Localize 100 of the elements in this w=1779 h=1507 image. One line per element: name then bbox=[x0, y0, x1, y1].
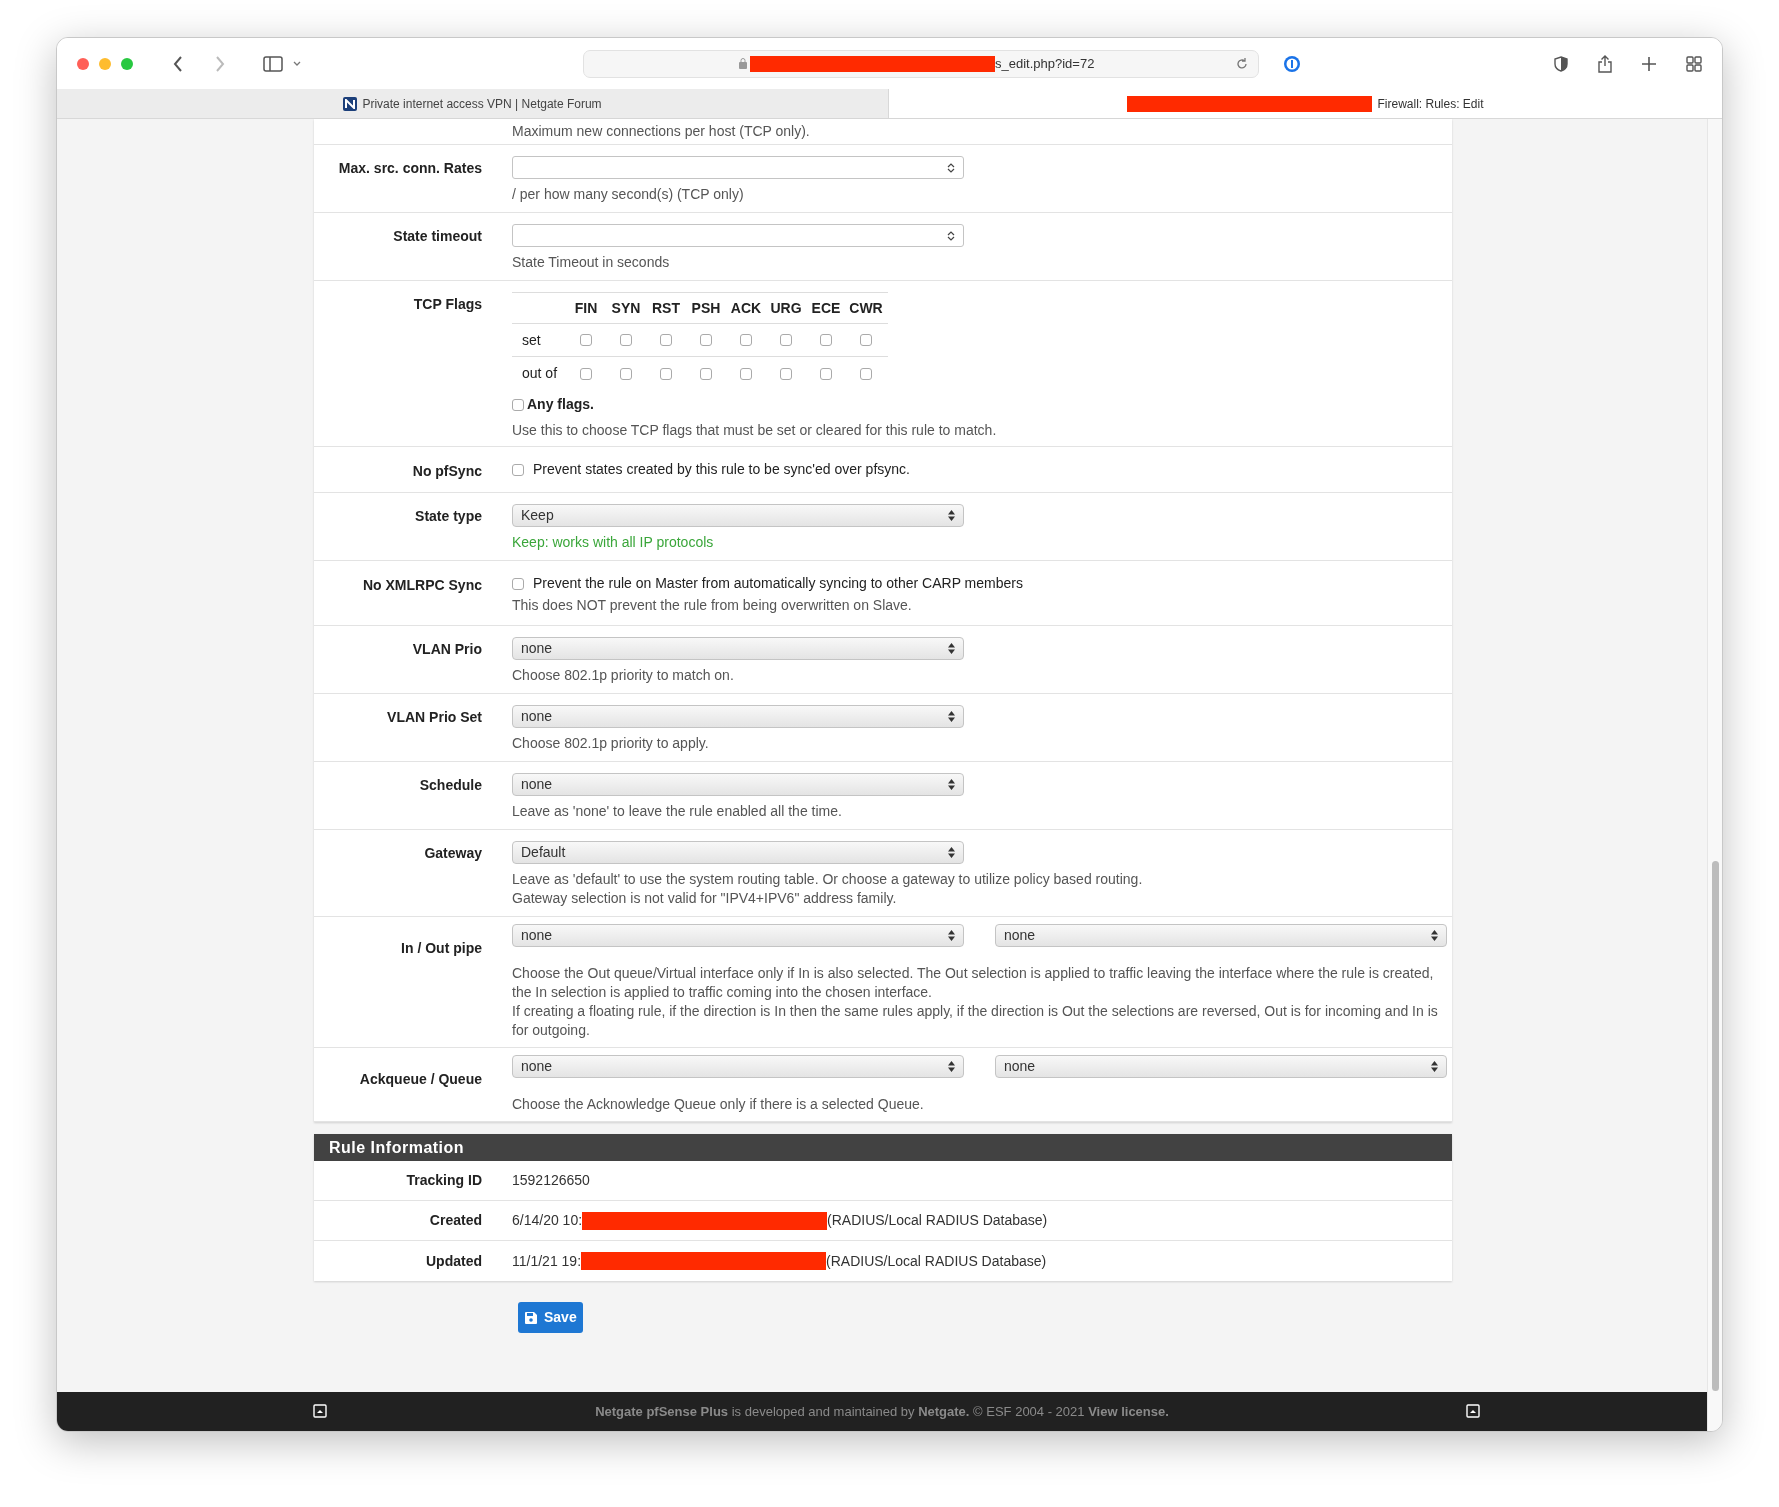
field-label: Gateway bbox=[424, 845, 482, 861]
field-label: State type bbox=[415, 508, 482, 524]
lock-icon bbox=[739, 58, 747, 69]
column-header: CWR bbox=[849, 299, 883, 316]
field-label: Max. src. conn. Rates bbox=[338, 160, 482, 176]
browser-tab[interactable]: Private internet access VPN | Netgate Forum bbox=[57, 89, 889, 118]
back-icon[interactable] bbox=[173, 55, 183, 72]
select-arrows-icon bbox=[948, 643, 955, 654]
footer-text: Netgate pfSense Plus is developed and maintained by Netgate. © ESF 2004 - 2021 View license. bbox=[595, 1402, 1169, 1421]
shield-icon[interactable] bbox=[1554, 55, 1568, 72]
field-label: Ackqueue / Queue bbox=[359, 1071, 482, 1087]
checkbox[interactable] bbox=[580, 334, 592, 346]
field-label: VLAN Prio bbox=[412, 641, 482, 657]
checkbox[interactable] bbox=[512, 463, 524, 476]
field-label: No pfSync bbox=[412, 463, 482, 479]
save-button[interactable]: Save bbox=[518, 1302, 583, 1333]
select-field[interactable]: none bbox=[512, 705, 964, 728]
field-label: TCP Flags bbox=[413, 296, 482, 312]
select-field[interactable]: none bbox=[512, 1055, 964, 1078]
help-text: This does NOT prevent the rule from being overwritten on Slave. bbox=[512, 596, 913, 615]
select-arrows-icon bbox=[948, 779, 955, 790]
help-text: Choose the Out queue/Virtual interface only if In is also selected. The Out selection is applied to traffic leaving the interface where the rule is created, the In selection is applied to traffic coming into the chosen interface. bbox=[512, 964, 1435, 1002]
checkbox[interactable] bbox=[780, 334, 792, 346]
help-text: Use this to choose TCP flags that must be set or cleared for this rule to match. bbox=[512, 421, 998, 440]
column-header: PSH bbox=[691, 299, 721, 316]
checkbox[interactable] bbox=[660, 334, 672, 346]
collapse-icon[interactable] bbox=[313, 1404, 327, 1418]
field-value: 11/1/21 19: bbox=[512, 1251, 582, 1271]
column-header: SYN bbox=[611, 299, 641, 316]
spinner-icon[interactable] bbox=[947, 229, 955, 242]
select-field[interactable]: Keep bbox=[512, 504, 964, 527]
checkbox[interactable] bbox=[700, 367, 712, 380]
select-arrows-icon bbox=[1431, 930, 1438, 941]
field-label: State timeout bbox=[393, 228, 482, 244]
help-text: / per how many second(s) (TCP only) bbox=[512, 185, 745, 204]
select-field[interactable]: none bbox=[995, 924, 1447, 947]
number-field[interactable] bbox=[512, 156, 964, 179]
select-arrows-icon bbox=[948, 1061, 955, 1072]
checkbox[interactable] bbox=[740, 334, 752, 346]
favicon-icon bbox=[343, 96, 358, 111]
number-field[interactable] bbox=[512, 224, 964, 247]
password-manager-icon[interactable] bbox=[1283, 54, 1301, 73]
checkbox-label: Any flags. bbox=[527, 395, 594, 414]
column-header: RST bbox=[652, 299, 680, 316]
checkbox[interactable] bbox=[580, 367, 592, 380]
checkbox[interactable] bbox=[820, 334, 832, 346]
row-label: set bbox=[522, 331, 541, 348]
column-header: ACK bbox=[730, 299, 762, 316]
collapse-icon[interactable] bbox=[1466, 1404, 1480, 1418]
tab-overview-icon[interactable] bbox=[1686, 55, 1702, 72]
field-value: (RADIUS/Local RADIUS Database) bbox=[826, 1251, 1047, 1271]
column-header: FIN bbox=[574, 299, 598, 316]
share-icon[interactable] bbox=[1598, 54, 1612, 73]
browser-tab[interactable]: Firewall: Rules: Edit bbox=[889, 89, 1722, 118]
help-text: Choose 802.1p priority to apply. bbox=[512, 734, 710, 753]
checkbox[interactable] bbox=[620, 367, 632, 380]
help-text: State Timeout in seconds bbox=[512, 253, 671, 272]
sidebar-icon[interactable] bbox=[263, 55, 283, 72]
checkbox[interactable] bbox=[660, 367, 672, 380]
checkbox[interactable] bbox=[780, 367, 792, 380]
column-header: URG bbox=[770, 299, 802, 316]
checkbox-label: Prevent the rule on Master from automatically syncing to other CARP members bbox=[533, 574, 1023, 593]
chevron-icon[interactable] bbox=[293, 60, 301, 67]
checkbox[interactable] bbox=[700, 334, 712, 346]
select-arrows-icon bbox=[948, 711, 955, 722]
select-field[interactable]: none bbox=[512, 773, 964, 796]
select-arrows-icon bbox=[948, 847, 955, 858]
status-text: Keep: works with all IP protocols bbox=[512, 533, 715, 552]
row-label: out of bbox=[522, 365, 558, 381]
field-label: VLAN Prio Set bbox=[387, 709, 482, 725]
checkbox[interactable] bbox=[740, 367, 752, 380]
help-text: Maximum new connections per host (TCP only). bbox=[512, 122, 811, 141]
checkbox[interactable] bbox=[860, 334, 872, 346]
field-label: Tracking ID bbox=[406, 1172, 482, 1188]
address-bar[interactable]: s_edit.php?id=72 bbox=[583, 49, 1259, 78]
help-text: Gateway selection is not valid for "IPV4+IPV6" address family. bbox=[512, 889, 898, 908]
help-text: If creating a floating rule, if the direction is In then the same rules apply, if the direction is Out the selections are reversed, Out is for incoming and In is for outgoing. bbox=[512, 1002, 1439, 1040]
checkbox[interactable] bbox=[620, 334, 632, 346]
new-tab-icon[interactable] bbox=[1642, 56, 1656, 71]
select-arrows-icon bbox=[948, 930, 955, 941]
tab-title: Private internet access VPN | Netgate Forum bbox=[362, 95, 602, 113]
select-field[interactable]: Default bbox=[512, 841, 964, 864]
select-field[interactable]: none bbox=[995, 1055, 1447, 1078]
checkbox[interactable] bbox=[820, 367, 832, 380]
panel-title: Rule Information bbox=[329, 1137, 465, 1158]
column-header: ECE bbox=[811, 299, 841, 316]
checkbox[interactable] bbox=[512, 398, 524, 411]
field-label: No XMLRPC Sync bbox=[363, 577, 482, 593]
spinner-icon[interactable] bbox=[947, 161, 955, 174]
scrollbar-thumb[interactable] bbox=[1712, 861, 1719, 1391]
select-field[interactable]: none bbox=[512, 637, 964, 660]
checkbox[interactable] bbox=[860, 367, 872, 380]
reload-icon[interactable] bbox=[1236, 57, 1248, 70]
tab-title: Firewall: Rules: Edit bbox=[1377, 95, 1484, 113]
help-text: Choose 802.1p priority to match on. bbox=[512, 666, 735, 685]
field-value: 1592126650 bbox=[512, 1171, 590, 1190]
checkbox[interactable] bbox=[512, 577, 524, 590]
select-field[interactable]: none bbox=[512, 924, 964, 947]
forward-icon[interactable] bbox=[215, 55, 225, 72]
help-text: Leave as 'default' to use the system routing table. Or choose a gateway to utilize policy based routing. bbox=[512, 870, 1144, 889]
